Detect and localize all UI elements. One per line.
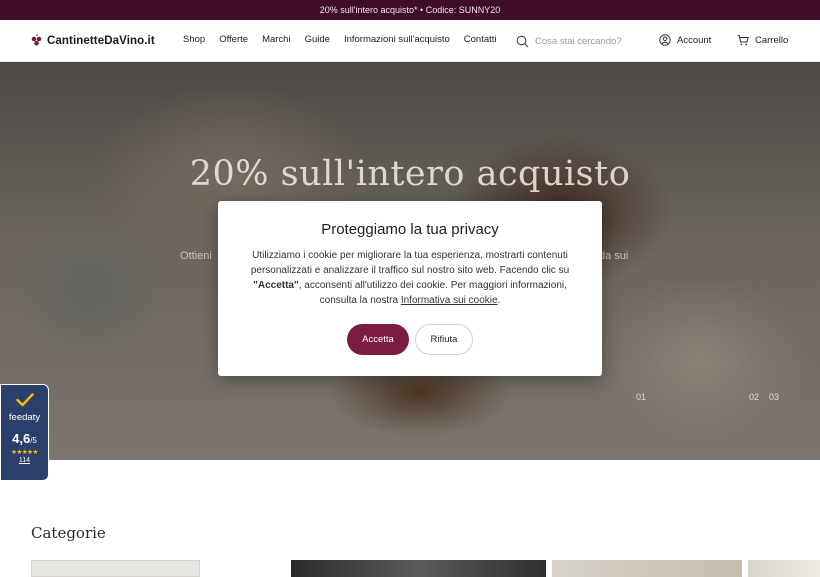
cookie-actions: Accetta Rifiuta xyxy=(218,324,602,355)
cookie-policy-link[interactable]: Informativa sui cookie xyxy=(401,295,498,306)
cookie-modal-title: Proteggiamo la tua privacy xyxy=(321,221,499,238)
cookie-body-accept-ref: "Accetta" xyxy=(253,280,299,291)
reject-cookies-button[interactable]: Rifiuta xyxy=(415,324,473,355)
cookie-body-text-1: Utilizziamo i cookie per migliorare la t… xyxy=(250,250,570,276)
accept-cookies-button[interactable]: Accetta xyxy=(347,324,409,355)
cookie-modal-body: Utilizziamo i cookie per migliorare la t… xyxy=(245,248,575,308)
cookie-modal: Proteggiamo la tua privacy Utilizziamo i… xyxy=(218,201,602,376)
cookie-overlay: Proteggiamo la tua privacy Utilizziamo i… xyxy=(0,0,820,577)
cookie-body-end: . xyxy=(497,295,501,306)
